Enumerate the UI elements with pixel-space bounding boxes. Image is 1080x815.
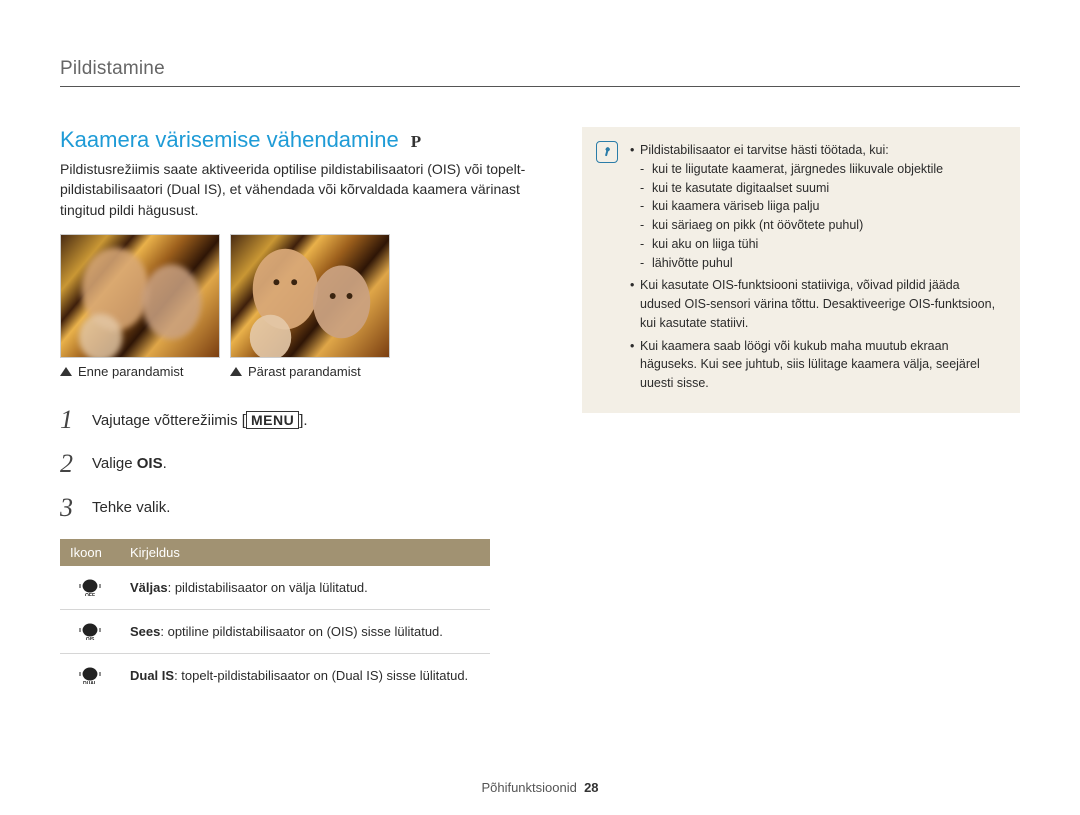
example-photos [60, 234, 530, 358]
opt-label: Väljas [130, 580, 168, 595]
photo-before [60, 234, 220, 358]
step-2-text-pre: Valige [92, 455, 137, 472]
mode-badge-p: P [411, 132, 421, 152]
opt-desc: : optiline pildistabilisaator on (OIS) s… [160, 624, 443, 639]
ois-on-icon: OIS [60, 609, 120, 653]
step-number: 1 [60, 405, 78, 435]
page-footer: Põhifunktsioonid 28 [0, 780, 1080, 795]
step-3: 3 Tehke valik. [60, 493, 530, 523]
caption-after: Pärast parandamist [230, 364, 390, 379]
step-1-text-post: ]. [299, 412, 307, 429]
intro-paragraph: Pildistusrežiimis saate aktiveerida opti… [60, 159, 530, 220]
menu-button-label: MENU [246, 411, 299, 429]
step-2-bold: OIS [137, 455, 163, 472]
note-sub: kui aku on liiga tühi [640, 235, 1004, 254]
photo-after [230, 234, 390, 358]
step-number: 3 [60, 493, 78, 523]
triangle-up-icon [60, 367, 72, 376]
table-row: OFF Väljas: pildistabilisaator on välja … [60, 566, 490, 610]
note-sub: lähivõtte puhul [640, 254, 1004, 273]
caption-before: Enne parandamist [60, 364, 220, 379]
step-2-text-post: . [163, 455, 167, 472]
note-line-1: Pildistabilisaator ei tarvitse hästi töö… [640, 143, 889, 157]
step-2: 2 Valige OIS. [60, 449, 530, 479]
footer-page-number: 28 [584, 780, 598, 795]
triangle-up-icon [230, 367, 242, 376]
th-icon: Ikoon [60, 539, 120, 566]
note-box: Pildistabilisaator ei tarvitse hästi töö… [582, 127, 1020, 413]
page-title: Kaamera värisemise vähendamine [60, 127, 399, 153]
step-1: 1 Vajutage võtterežiimis [MENU]. [60, 405, 530, 435]
note-line-2: Kui kasutate OIS-funktsiooni statiiviga,… [630, 276, 1004, 332]
step-1-text-pre: Vajutage võtterežiimis [ [92, 412, 246, 429]
table-row: DUAL Dual IS: topelt-pildistabilisaator … [60, 653, 490, 697]
opt-label: Dual IS [130, 668, 174, 683]
step-number: 2 [60, 449, 78, 479]
step-3-text: Tehke valik. [92, 499, 170, 516]
note-sub: kui kaamera väriseb liiga palju [640, 197, 1004, 216]
note-sub: kui te kasutate digitaalset suumi [640, 179, 1004, 198]
caption-before-text: Enne parandamist [78, 364, 184, 379]
opt-label: Sees [130, 624, 160, 639]
opt-desc: : topelt-pildistabilisaator on (Dual IS)… [174, 668, 468, 683]
ois-dual-icon: DUAL [60, 653, 120, 697]
info-icon [596, 141, 618, 163]
note-sub: kui säriaeg on pikk (nt öövõtete puhul) [640, 216, 1004, 235]
note-sub: kui te liigutate kaamerat, järgnedes lii… [640, 160, 1004, 179]
svg-text:OIS: OIS [86, 637, 95, 640]
table-row: OIS Sees: optiline pildistabilisaator on… [60, 609, 490, 653]
caption-after-text: Pärast parandamist [248, 364, 361, 379]
section-header: Pildistamine [60, 58, 1020, 87]
svg-text:OFF: OFF [85, 593, 95, 596]
footer-section: Põhifunktsioonid [481, 780, 576, 795]
opt-desc: : pildistabilisaator on välja lülitatud. [168, 580, 368, 595]
svg-text:DUAL: DUAL [83, 681, 97, 684]
note-line-3: Kui kaamera saab löögi või kukub maha mu… [630, 337, 1004, 393]
options-table: Ikoon Kirjeldus OFF Väljas: pildistabili… [60, 539, 490, 697]
ois-off-icon: OFF [60, 566, 120, 610]
th-desc: Kirjeldus [120, 539, 490, 566]
